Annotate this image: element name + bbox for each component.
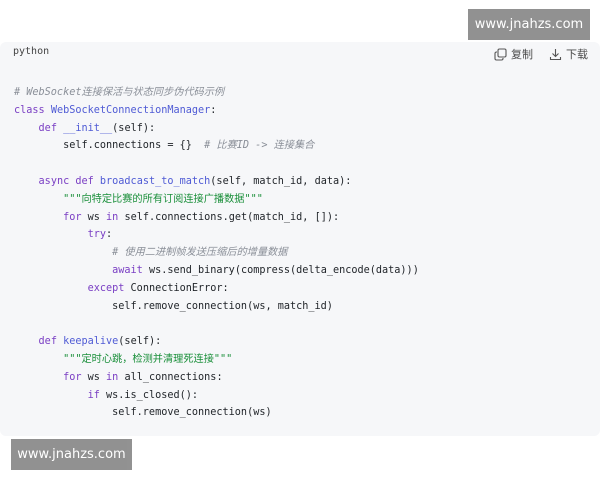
download-label: 下载	[566, 48, 588, 61]
code-token-plain: ws.is_closed():	[106, 389, 199, 401]
code-line: def __init__(self):	[14, 120, 590, 138]
code-token-plain: self.remove_connection(ws, match_id)	[14, 300, 333, 312]
code-token-plain: ConnectionError:	[130, 282, 229, 294]
download-button[interactable]: 下载	[549, 44, 588, 64]
code-token-plain: (self):	[112, 122, 156, 134]
code-line: for ws in self.connections.get(match_id,…	[14, 209, 590, 227]
code-line: # 使用二进制帧发送压缩后的增量数据	[14, 244, 590, 262]
code-token-keyword: class	[14, 104, 51, 116]
code-line: try:	[14, 226, 590, 244]
code-token-comment: # 使用二进制帧发送压缩后的增量数据	[112, 247, 288, 259]
code-token-plain: (self, match_id, data):	[210, 175, 352, 187]
code-line: async def broadcast_to_match(self, match…	[14, 173, 590, 191]
code-token-plain: self.connections.get(match_id, []):	[124, 211, 340, 223]
code-token-plain: :	[106, 229, 113, 241]
code-token-keyword: await	[112, 264, 149, 276]
code-line: self.connections = {} # 比赛ID -> 连接集合	[14, 137, 590, 155]
watermark-top: www.jnahzs.com	[468, 9, 590, 40]
code-token-keyword: in	[106, 371, 125, 383]
code-token-keyword: for	[63, 371, 88, 383]
copy-icon	[494, 47, 507, 61]
code-line: # WebSocket连接保活与状态同步伪代码示例	[14, 84, 590, 102]
code-token-string: """向特定比赛的所有订阅连接广播数据"""	[63, 193, 263, 205]
code-block: python 复制 下载 # WebSocket连接保活与状态同步伪代码示例 cl…	[0, 42, 600, 436]
code-token-plain: ws.send_binary(compress(delta_encode(dat…	[148, 264, 419, 276]
code-token-keyword: try	[87, 229, 107, 241]
code-line: if ws.is_closed():	[14, 387, 590, 405]
code-token-keyword: def	[38, 122, 64, 134]
code-line: def keepalive(self):	[14, 333, 590, 351]
code-line: self.remove_connection(ws)	[14, 404, 590, 422]
code-line: for ws in all_connections:	[14, 369, 590, 387]
code-token-keyword: for	[63, 211, 88, 223]
code-line: """向特定比赛的所有订阅连接广播数据"""	[14, 191, 590, 209]
code-token-plain: :	[210, 104, 217, 116]
code-token-keyword: if	[87, 389, 107, 401]
language-label: python	[13, 46, 50, 57]
code-token-keyword: except	[87, 282, 131, 294]
code-token-comment: # 比赛ID -> 连接集合	[204, 140, 315, 152]
code-content: # WebSocket连接保活与状态同步伪代码示例 class WebSocket…	[14, 84, 590, 422]
code-token-plain: (self):	[118, 336, 162, 348]
code-token-plain: self.connections = {}	[14, 140, 205, 152]
code-token-plain: ws	[87, 371, 107, 383]
code-token-keyword: def	[38, 336, 64, 348]
copy-label: 复制	[511, 48, 533, 61]
code-line: except ConnectionError:	[14, 280, 590, 298]
watermark-bottom: www.jnahzs.com	[11, 439, 132, 470]
code-token-string: """定时心跳，检测并清理死连接"""	[63, 353, 233, 365]
code-token-keyword: in	[106, 211, 125, 223]
code-token-plain: ws	[87, 211, 107, 223]
code-block-header: python 复制 下载	[0, 42, 600, 66]
download-icon	[549, 48, 562, 61]
code-token-keyword: async def	[38, 175, 100, 187]
copy-button[interactable]: 复制	[494, 44, 533, 64]
code-token-comment: # WebSocket连接保活与状态同步伪代码示例	[14, 87, 225, 98]
code-line: await ws.send_binary(compress(delta_enco…	[14, 262, 590, 280]
code-token-def: __init__	[63, 122, 113, 134]
code-line: """定时心跳，检测并清理死连接"""	[14, 351, 590, 369]
code-token-plain: self.remove_connection(ws)	[14, 407, 272, 419]
code-token-def: keepalive	[63, 336, 119, 348]
code-token-def: WebSocketConnectionManager	[50, 104, 211, 116]
code-line: class WebSocketConnectionManager:	[14, 102, 590, 120]
code-token-plain: all_connections:	[124, 371, 223, 383]
code-line: self.remove_connection(ws, match_id)	[14, 298, 590, 316]
code-token-def: broadcast_to_match	[99, 175, 211, 187]
